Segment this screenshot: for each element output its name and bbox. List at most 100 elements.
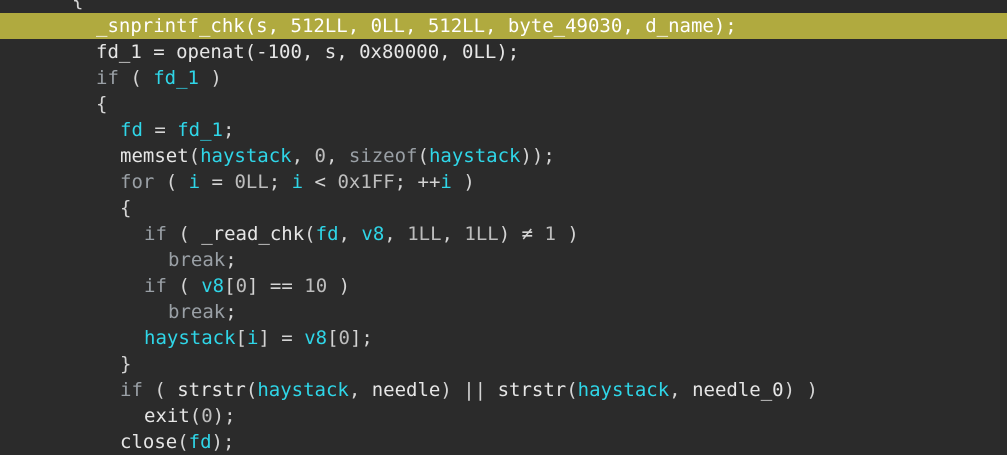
code-token: needle_0 — [692, 379, 784, 401]
code-token: , — [441, 223, 465, 245]
code-token: 512LL — [290, 15, 348, 37]
code-token: , — [348, 379, 372, 401]
code-token: { — [72, 0, 84, 11]
code-token: fd — [315, 223, 339, 245]
code-token: , — [291, 145, 315, 167]
code-token: s — [256, 15, 268, 37]
code-token: ] — [247, 275, 270, 297]
code-token: haystack — [428, 145, 521, 167]
code-token: for — [120, 171, 155, 193]
code-token: i — [188, 171, 201, 193]
code-token: ) — [327, 275, 351, 297]
code-token: ); — [212, 405, 236, 427]
code-token: 0LL — [234, 171, 269, 193]
code-line[interactable]: for ( i = 0LL; i < 0x1FF; ++i ) — [0, 169, 1007, 195]
code-token: close — [120, 431, 178, 453]
code-line[interactable]: haystack[i] = v8[0]; — [0, 325, 1007, 351]
code-token: , — [384, 223, 408, 245]
code-token: [ — [327, 327, 339, 349]
code-token: ( — [177, 431, 189, 453]
code-token: , — [622, 15, 646, 37]
code-token: ++ — [417, 171, 441, 193]
code-token: if — [120, 379, 143, 401]
code-token: ( — [166, 223, 202, 245]
code-line[interactable]: memset(haystack, 0, sizeof(haystack)); — [0, 143, 1007, 169]
code-token: _read_chk — [201, 223, 305, 245]
code-line[interactable]: if ( _read_chk(fd, v8, 1LL, 1LL) ≠ 1 ) — [0, 221, 1007, 247]
code-token: )); — [520, 145, 555, 167]
code-token: fd_1 = openat(-100, s, 0x80000, 0LL); — [96, 41, 520, 63]
code-token: i — [440, 171, 452, 193]
code-line[interactable]: if ( fd_1 ) — [0, 65, 1007, 91]
code-token: ( — [244, 15, 257, 37]
code-token: ) — [498, 223, 522, 245]
code-editor[interactable]: { _snprintf_chk(s, 512LL, 0LL, 512LL, byt… — [0, 0, 1007, 455]
code-token: v8 — [361, 223, 385, 245]
code-token: ); — [713, 15, 737, 37]
code-token: , — [404, 15, 428, 37]
code-line[interactable]: fd = fd_1; — [0, 117, 1007, 143]
code-token: byte_49030 — [507, 15, 623, 37]
code-token: memset — [120, 145, 189, 167]
highlighted-code-line[interactable]: _snprintf_chk(s, 512LL, 0LL, 512LL, byte… — [0, 13, 1007, 39]
code-token: haystack — [200, 145, 292, 167]
code-line[interactable]: } — [0, 351, 1007, 377]
code-line[interactable]: fd_1 = openat(-100, s, 0x80000, 0LL); — [0, 39, 1007, 65]
code-token: ( — [189, 405, 202, 427]
code-token: haystack — [257, 379, 349, 401]
code-token: if — [144, 275, 167, 297]
code-token: { — [120, 197, 132, 219]
code-token: 10 — [304, 275, 328, 297]
code-token: ; — [394, 171, 418, 193]
code-token: , — [325, 145, 349, 167]
code-token: ( — [566, 379, 578, 401]
code-token: fd_1 — [177, 119, 223, 141]
code-token: haystack — [144, 327, 236, 349]
code-token: ) — [198, 67, 222, 89]
code-line[interactable]: break; — [0, 299, 1007, 325]
code-token: ]; — [349, 327, 373, 349]
code-token: d_name — [645, 15, 714, 37]
code-token: , — [267, 15, 291, 37]
code-line[interactable]: if ( v8[0] == 10 ) — [0, 273, 1007, 299]
code-token: exit — [144, 405, 190, 427]
code-line[interactable]: close(fd); — [0, 429, 1007, 455]
code-token: , — [485, 15, 508, 37]
code-token: 0 — [314, 145, 326, 167]
code-token: if — [96, 67, 119, 89]
code-token: ) ) — [783, 379, 818, 401]
code-token: ) — [555, 223, 579, 245]
code-token: ; — [268, 171, 292, 193]
code-token: ( — [245, 379, 258, 401]
code-token: v8 — [201, 275, 225, 297]
code-token: ( — [154, 171, 189, 193]
code-token: 0x1FF — [337, 171, 395, 193]
code-token: needle — [371, 379, 441, 401]
code-token: = — [142, 119, 178, 141]
code-token: strstr — [177, 379, 246, 401]
code-token: 1LL — [407, 223, 442, 245]
code-line[interactable]: if ( strstr(haystack, needle) || strstr(… — [0, 377, 1007, 403]
code-token: ( — [304, 223, 316, 245]
code-line[interactable]: { — [0, 0, 1007, 13]
code-token: fd — [120, 119, 143, 141]
code-line[interactable]: exit(0); — [0, 403, 1007, 429]
code-token: ; — [225, 249, 237, 271]
code-line[interactable]: { — [0, 91, 1007, 117]
code-line[interactable]: { — [0, 195, 1007, 221]
code-token: i — [246, 327, 259, 349]
code-token: ; — [225, 301, 237, 323]
code-token: [ — [235, 327, 247, 349]
code-token: i — [291, 171, 304, 193]
code-token: 0 — [235, 275, 248, 297]
code-token: ) — [451, 171, 475, 193]
code-token: ] = — [258, 327, 305, 349]
code-token: , — [669, 379, 693, 401]
code-token: ( — [118, 67, 154, 89]
code-token: haystack — [577, 379, 670, 401]
code-token: ( — [188, 145, 201, 167]
code-token: ( — [166, 275, 202, 297]
code-line[interactable]: break; — [0, 247, 1007, 273]
code-token: 1 — [544, 223, 556, 245]
